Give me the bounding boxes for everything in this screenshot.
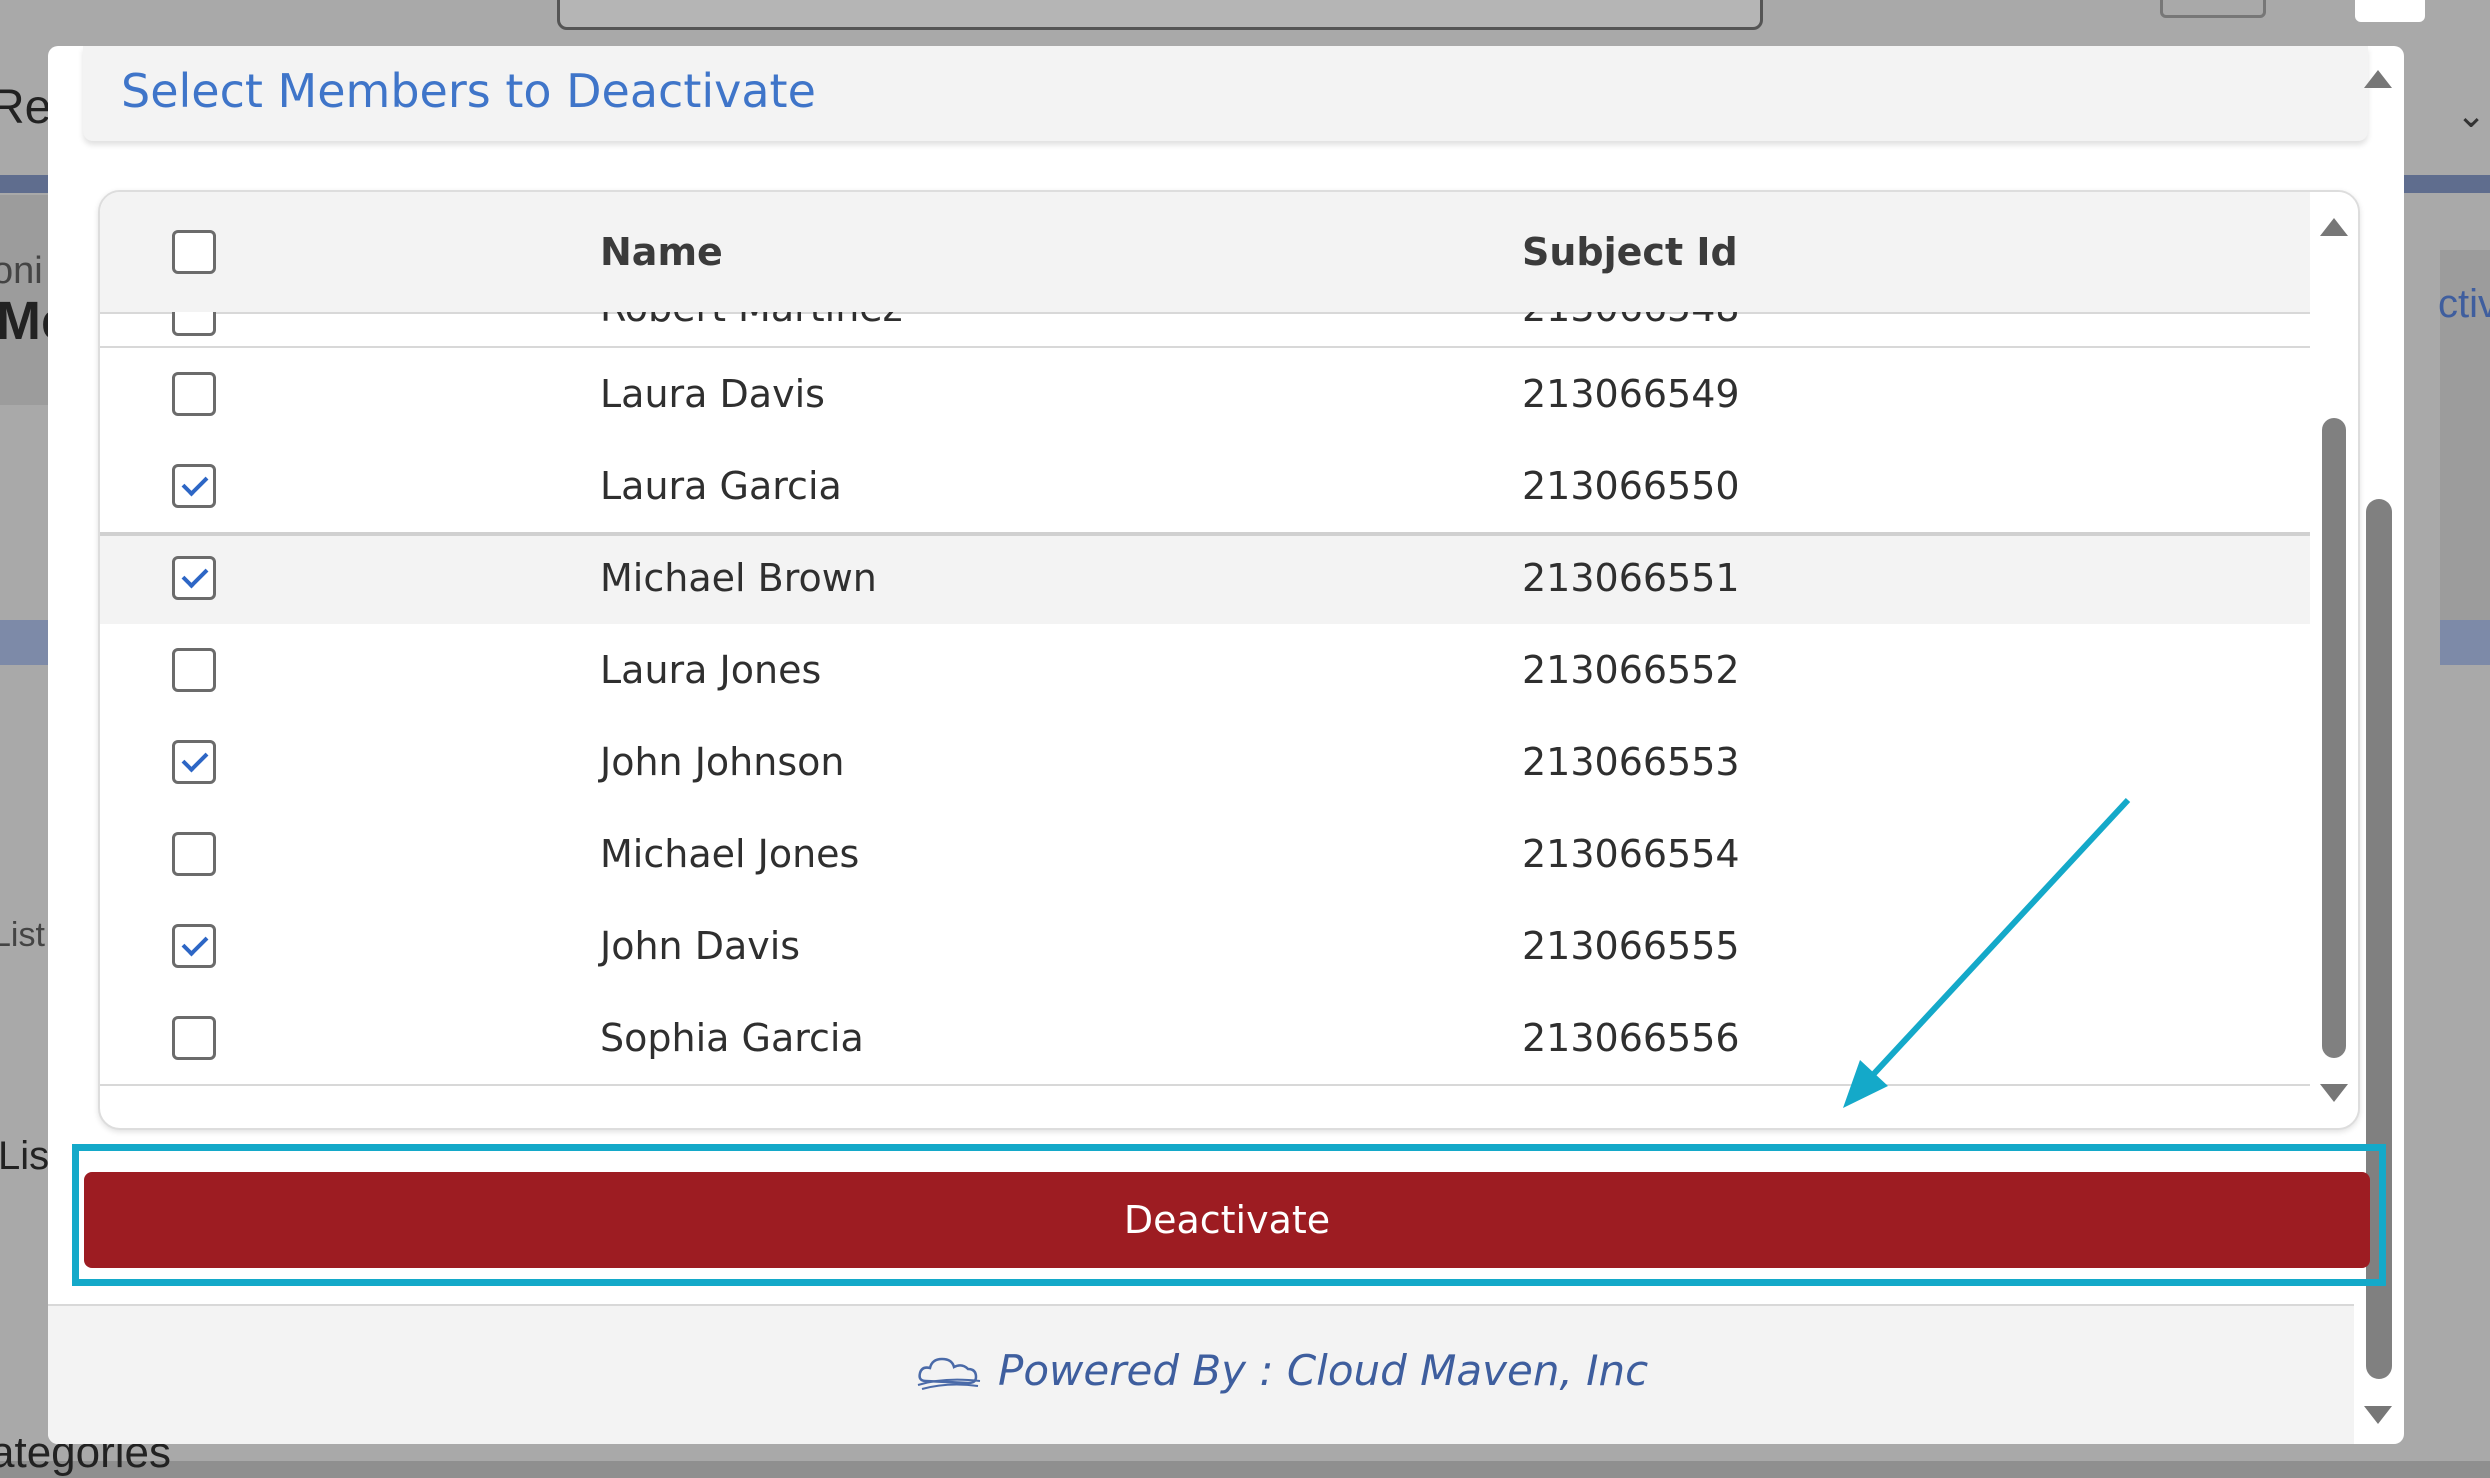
table-row[interactable]: Michael Jones 213066554	[100, 808, 2310, 902]
table-row[interactable]: John Johnson 213066553	[100, 716, 2310, 810]
row-subject-id: 213066554	[1522, 832, 1740, 876]
row-checkbox[interactable]	[172, 464, 216, 508]
row-name: Laura Jones	[600, 648, 822, 692]
deactivate-members-modal: Select Members to Deactivate Name Subjec…	[48, 46, 2404, 1444]
table-row[interactable]: Michael Brown 213066551	[100, 532, 2310, 632]
column-header-name[interactable]: Name	[600, 230, 723, 274]
cloud-icon	[917, 1357, 981, 1390]
table-row[interactable]: Sophia Garcia 213066556	[100, 992, 2310, 1086]
scroll-down-icon[interactable]	[2320, 1084, 2348, 1102]
row-name: Michael Brown	[600, 556, 877, 600]
scroll-up-icon[interactable]	[2320, 218, 2348, 236]
background-corner-control	[2355, 0, 2425, 22]
row-checkbox[interactable]	[172, 556, 216, 600]
row-checkbox[interactable]	[172, 832, 216, 876]
row-name: John Johnson	[600, 740, 845, 784]
row-subject-id: 213066552	[1522, 648, 1740, 692]
table-row[interactable]: John Davis 213066555	[100, 900, 2310, 994]
row-subject-id: 213066550	[1522, 464, 1740, 508]
background-text: oni	[0, 250, 43, 292]
scroll-down-icon[interactable]	[2364, 1406, 2392, 1424]
table-row[interactable]: Laura Jones 213066552	[100, 624, 2310, 718]
modal-header: Select Members to Deactivate	[83, 46, 2368, 141]
row-name: Sophia Garcia	[600, 1016, 864, 1060]
modal-footer: Powered By : Cloud Maven, Inc	[48, 1304, 2354, 1444]
row-name: Laura Garcia	[600, 464, 842, 508]
scroll-up-icon[interactable]	[2364, 70, 2392, 88]
table-scroll-thumb[interactable]	[2322, 418, 2346, 1058]
row-subject-id: 213066556	[1522, 1016, 1740, 1060]
background-search-bar	[557, 0, 1763, 30]
modal-title: Select Members to Deactivate	[121, 64, 816, 118]
table-scrollbar[interactable]	[2312, 192, 2358, 1128]
background-right-strip	[2440, 620, 2490, 665]
background-top-button	[2160, 0, 2266, 18]
members-table: Name Subject Id Robert Martinez 21306654…	[98, 190, 2360, 1130]
background-text: ctiv	[2438, 282, 2490, 326]
background-text: List	[0, 916, 45, 954]
row-checkbox[interactable]	[172, 924, 216, 968]
column-header-subject-id[interactable]: Subject Id	[1522, 230, 1738, 274]
row-checkbox[interactable]	[172, 648, 216, 692]
powered-by-text: Powered By : Cloud Maven, Inc	[998, 1346, 1649, 1395]
row-checkbox[interactable]	[172, 740, 216, 784]
table-row-partial[interactable]: Robert Martinez 213066548	[100, 312, 2310, 348]
table-row[interactable]: Laura Davis 213066549	[100, 348, 2310, 442]
row-checkbox[interactable]	[172, 312, 216, 336]
row-subject-id: 213066551	[1522, 556, 1740, 600]
row-subject-id: 213066553	[1522, 740, 1740, 784]
deactivate-button[interactable]: Deactivate	[84, 1172, 2370, 1268]
background-text: Lis	[0, 1134, 50, 1178]
row-name: Michael Jones	[600, 832, 860, 876]
powered-by: Powered By : Cloud Maven, Inc	[914, 1346, 1648, 1395]
select-all-checkbox[interactable]	[172, 230, 216, 274]
row-checkbox[interactable]	[172, 1016, 216, 1060]
row-checkbox[interactable]	[172, 372, 216, 416]
row-name: John Davis	[600, 924, 801, 968]
row-subject-id: 213066555	[1522, 924, 1740, 968]
row-name: Robert Martinez	[600, 312, 903, 330]
table-row[interactable]: Laura Garcia 213066550	[100, 440, 2310, 534]
row-subject-id: 213066549	[1522, 372, 1740, 416]
chevron-down-icon: ⌄	[2456, 94, 2487, 135]
row-name: Laura Davis	[600, 372, 825, 416]
row-subject-id: 213066548	[1522, 312, 1740, 330]
table-header: Name Subject Id	[100, 192, 2310, 314]
background-text: Re	[0, 81, 52, 134]
